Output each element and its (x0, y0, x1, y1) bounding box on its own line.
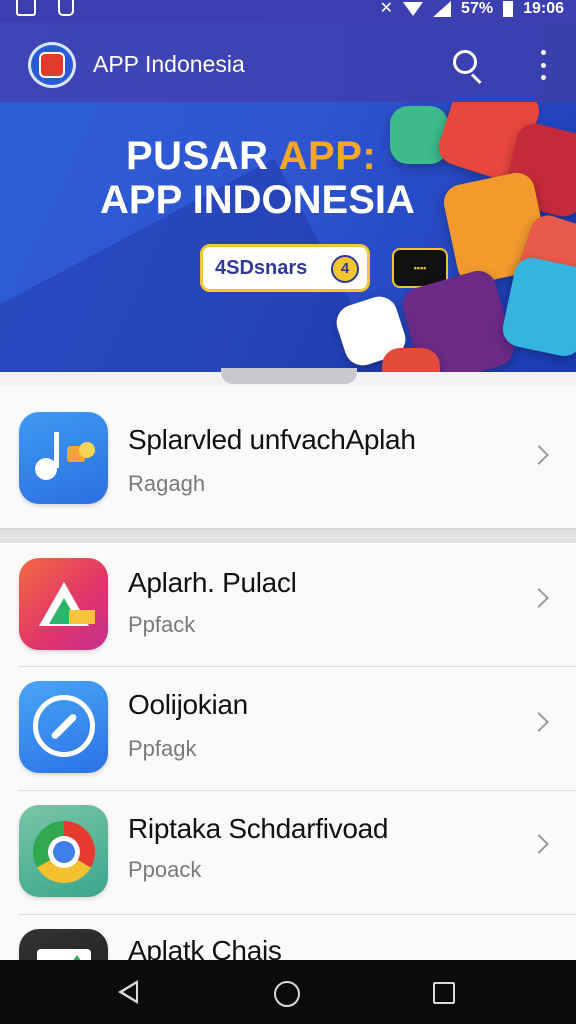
app-subtitle: Ppoack (128, 857, 202, 882)
more-vert-icon (540, 50, 546, 55)
list-item[interactable]: Splarvled unfvachAplah Ragagh (0, 394, 576, 518)
home-icon[interactable] (274, 981, 300, 1007)
recents-icon[interactable] (433, 982, 455, 1004)
bag-notification-icon (58, 0, 74, 16)
banner-app-tile-icon (390, 106, 448, 164)
app-title: Riptaka Schdarfivoad (128, 813, 389, 844)
battery-icon (503, 1, 514, 17)
signal-icon (433, 1, 452, 17)
promo-banner[interactable]: PUSAR APP: APP INDONESIA 4SDsnars 4 ▪▪▪▪ (0, 102, 576, 372)
banner-badge: 4SDsnars 4 (200, 244, 370, 292)
sheet-handle[interactable] (221, 368, 357, 384)
section-divider (0, 528, 576, 543)
app-list: Aplarh. Pulacl Ppfack Oolijokian Ppfagk … (0, 543, 576, 1021)
gallery-notification-icon (16, 0, 36, 16)
mute-icon: ✕ (379, 0, 394, 17)
featured-app-card[interactable]: Splarvled unfvachAplah Ragagh (0, 386, 576, 528)
back-icon[interactable] (118, 980, 138, 1004)
banner-app-tile-icon (382, 348, 440, 372)
more-options-button[interactable] (532, 50, 554, 80)
app-bar: APP Indonesia (0, 22, 576, 102)
search-icon (453, 50, 477, 74)
chevron-right-icon (529, 588, 549, 608)
status-bar: ✕ 57% 19:06 (0, 0, 576, 22)
list-item[interactable]: Aplarh. Pulacl Ppfack (0, 543, 576, 667)
list-item[interactable]: Riptaka Schdarfivoad Ppoack (0, 791, 576, 915)
list-item[interactable]: Oolijokian Ppfagk (0, 667, 576, 791)
chevron-right-icon (529, 712, 549, 732)
clock: 19:06 (523, 0, 564, 17)
system-nav-bar (0, 960, 576, 1024)
app-title: Oolijokian (128, 689, 248, 720)
chevron-right-icon (529, 445, 549, 465)
music-app-icon (19, 412, 108, 504)
search-button[interactable] (450, 48, 486, 85)
app-title: APP Indonesia (93, 51, 245, 77)
chevron-right-icon (529, 834, 549, 854)
wifi-icon (403, 2, 424, 16)
drive-app-icon (19, 558, 108, 650)
app-subtitle: Ppfack (128, 612, 196, 637)
chrome-app-icon (19, 805, 108, 897)
banner-title-line2: APP INDONESIA (100, 178, 415, 222)
app-title: Splarvled unfvachAplah (128, 424, 416, 455)
banner-title-line1: PUSAR APP: (126, 134, 377, 178)
app-title: Aplarh. Pulacl (128, 567, 297, 598)
battery-percent: 57% (461, 0, 494, 17)
app-subtitle: Ragagh (128, 471, 206, 496)
compass-app-icon (19, 681, 108, 773)
app-subtitle: Ppfagk (128, 736, 197, 761)
app-logo-icon (28, 42, 76, 88)
